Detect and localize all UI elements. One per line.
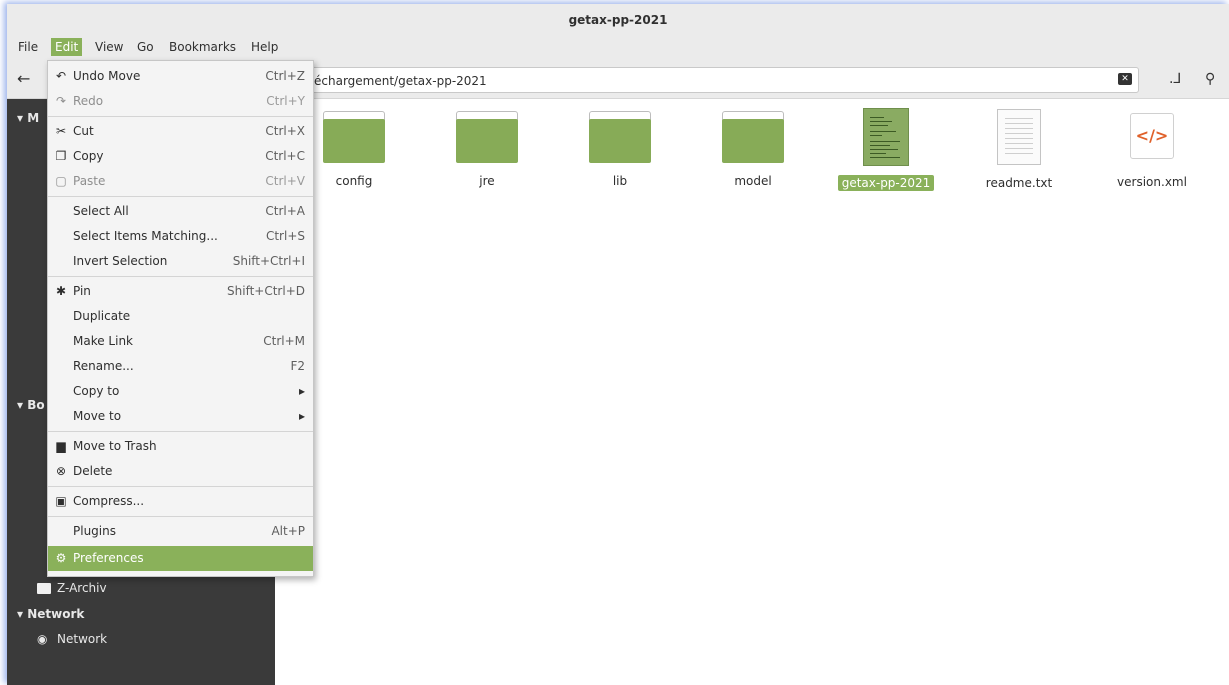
sidebar-head-label: Network (27, 607, 85, 621)
submenu-arrow-icon: ▸ (298, 384, 305, 398)
menu-item-make-link[interactable]: Make Link Ctrl+M (48, 329, 313, 354)
file-view: config jre lib model getax-pp-2021 readm… (275, 99, 1229, 685)
menu-item-compress[interactable]: ▣ Compress... (48, 489, 313, 514)
location-bar[interactable]: échargement/getax-pp-2021 (307, 67, 1139, 93)
file-label: model (734, 174, 772, 188)
sidebar-head-bookmarks[interactable]: ▾ Bo (17, 398, 45, 412)
menu-item-select-items-matching[interactable]: Select Items Matching... Ctrl+S (48, 224, 313, 249)
clear-path-icon[interactable]: ✕ (1118, 73, 1132, 85)
network-icon: ◉ (37, 632, 48, 646)
search-icon[interactable]: ⚲ (1205, 71, 1215, 87)
menu-item-invert-selection[interactable]: Invert Selection Shift+Ctrl+I (48, 249, 313, 274)
window-title: getax-pp-2021 (7, 4, 1229, 34)
sidebar-item-z-archiv[interactable]: Z-Archiv (57, 581, 107, 595)
menu-item-pin[interactable]: ✱ Pin Shift+Ctrl+D (48, 279, 313, 304)
menu-item-rename[interactable]: Rename... F2 (48, 354, 313, 379)
pin-icon: ✱ (55, 284, 67, 298)
menu-item-move-to[interactable]: Move to ▸ (48, 404, 313, 429)
folder-icon (589, 111, 651, 163)
menu-item-cut[interactable]: ✂ Cut Ctrl+X (48, 119, 313, 144)
file-item-model[interactable]: model (698, 111, 808, 189)
file-item-readme[interactable]: readme.txt (964, 109, 1074, 191)
folder-icon (323, 111, 385, 163)
sidebar-head-network[interactable]: ▾ Network (17, 607, 84, 621)
menu-item-duplicate[interactable]: Duplicate (48, 304, 313, 329)
menu-item-undo-move[interactable]: ↶ Undo Move Ctrl+Z (48, 64, 313, 89)
menu-view[interactable]: View (91, 38, 127, 56)
menu-edit[interactable]: Edit (51, 38, 83, 56)
archive-icon: ▣ (55, 494, 67, 508)
file-item-jre[interactable]: jre (432, 111, 542, 189)
menu-item-preferences[interactable]: ⚙ Preferences (48, 546, 313, 571)
undo-icon: ↶ (55, 69, 67, 83)
menu-item-delete[interactable]: ⊗ Delete (48, 459, 313, 484)
copy-icon: ❐ (55, 149, 67, 163)
folder-icon (456, 111, 518, 163)
menubar: File Edit View Go Bookmarks Help (7, 34, 1229, 60)
menu-separator (48, 486, 313, 487)
file-item-version-xml[interactable]: </> version.xml (1097, 111, 1207, 190)
menu-separator (48, 116, 313, 117)
redo-icon: ↷ (55, 94, 67, 108)
folder-icon (37, 583, 51, 594)
menu-item-move-to-trash[interactable]: ▆ Move to Trash (48, 434, 313, 459)
file-label: config (335, 174, 373, 188)
menu-bookmarks[interactable]: Bookmarks (165, 38, 240, 56)
executable-file-icon (863, 108, 909, 166)
menu-file[interactable]: File (14, 38, 42, 56)
menu-separator (48, 431, 313, 432)
menu-item-paste[interactable]: ▢ Paste Ctrl+V (48, 169, 313, 194)
preferences-icon: ⚙ (55, 551, 67, 565)
scissors-icon: ✂ (55, 124, 67, 138)
file-item-config[interactable]: config (299, 111, 409, 189)
trash-icon: ▆ (56, 439, 66, 453)
sidebar-item-network[interactable]: Network (57, 632, 107, 646)
menu-item-copy-to[interactable]: Copy to ▸ (48, 379, 313, 404)
submenu-arrow-icon: ▸ (298, 409, 305, 423)
toggle-location-icon[interactable]: .⅃ (1169, 71, 1181, 87)
delete-icon: ⊗ (55, 464, 67, 478)
sidebar-head-label: Bo (27, 398, 45, 412)
sidebar-head-label: M (27, 111, 40, 125)
menu-separator (48, 196, 313, 197)
file-label: jre (479, 174, 495, 188)
menu-separator (48, 276, 313, 277)
edit-menu: ↶ Undo Move Ctrl+Z ↷ Redo Ctrl+Y ✂ Cut Ctrl+X … (47, 60, 314, 577)
clipboard-icon: ▢ (55, 174, 67, 188)
menu-item-copy[interactable]: ❐ Copy Ctrl+C (48, 144, 313, 169)
back-arrow-icon[interactable]: ← (17, 71, 30, 87)
menu-item-plugins[interactable]: Plugins Alt+P (48, 519, 313, 544)
menu-item-redo[interactable]: ↷ Redo Ctrl+Y (48, 89, 313, 114)
menu-help[interactable]: Help (247, 38, 282, 56)
file-label: lib (612, 174, 628, 188)
file-label: readme.txt (985, 176, 1053, 190)
file-label: version.xml (1117, 175, 1187, 189)
text-file-icon (997, 109, 1041, 165)
file-item-getax-pp-2021[interactable]: getax-pp-2021 (831, 108, 941, 191)
menu-separator (48, 516, 313, 517)
folder-icon (722, 111, 784, 163)
menu-item-select-all[interactable]: Select All Ctrl+A (48, 199, 313, 224)
file-item-lib[interactable]: lib (565, 111, 675, 189)
sidebar-head-my-computer[interactable]: ▾ M (17, 111, 39, 125)
menu-go[interactable]: Go (133, 38, 158, 56)
xml-file-icon: </> (1130, 113, 1174, 159)
file-label-selected: getax-pp-2021 (837, 175, 935, 191)
